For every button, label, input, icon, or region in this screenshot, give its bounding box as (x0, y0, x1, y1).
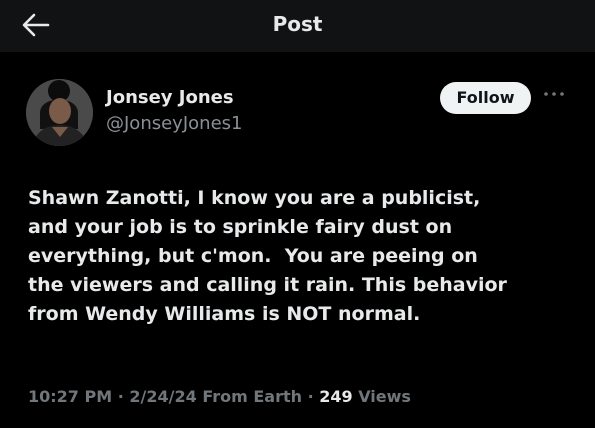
views-count[interactable]: 249 (319, 387, 352, 406)
post-metadata: 10:27 PM · 2/24/24 From Earth · 249 View… (28, 386, 411, 408)
post-time[interactable]: 10:27 PM (28, 387, 112, 406)
follow-button[interactable]: Follow (440, 82, 531, 114)
avatar[interactable] (26, 79, 93, 146)
post-date[interactable]: 2/24/24 (129, 387, 196, 406)
more-options-button[interactable] (543, 88, 565, 100)
meta-separator: · (302, 387, 320, 406)
post-text: Shawn Zanotti, I know you are a publicis… (28, 184, 573, 329)
post-text-line: the viewers and calling it rain. This be… (28, 274, 507, 296)
meta-separator: · (112, 387, 130, 406)
author-display-name[interactable]: Jonsey Jones (106, 87, 234, 109)
post-text-line: Shawn Zanotti, I know you are a publicis… (28, 187, 481, 209)
post-source: From Earth (202, 387, 302, 406)
post-text-line: and your job is to sprinkle fairy dust o… (28, 216, 453, 238)
post-text-line: everything, but c'mon. You are peeing on (28, 245, 478, 267)
page-title: Post (272, 12, 323, 36)
top-bar: Post (0, 0, 595, 52)
views-label: Views (358, 387, 411, 406)
more-dots-icon (543, 88, 565, 100)
author-handle[interactable]: @JonseyJones1 (106, 113, 242, 135)
post-text-line: from Wendy Williams is NOT normal. (28, 303, 421, 325)
